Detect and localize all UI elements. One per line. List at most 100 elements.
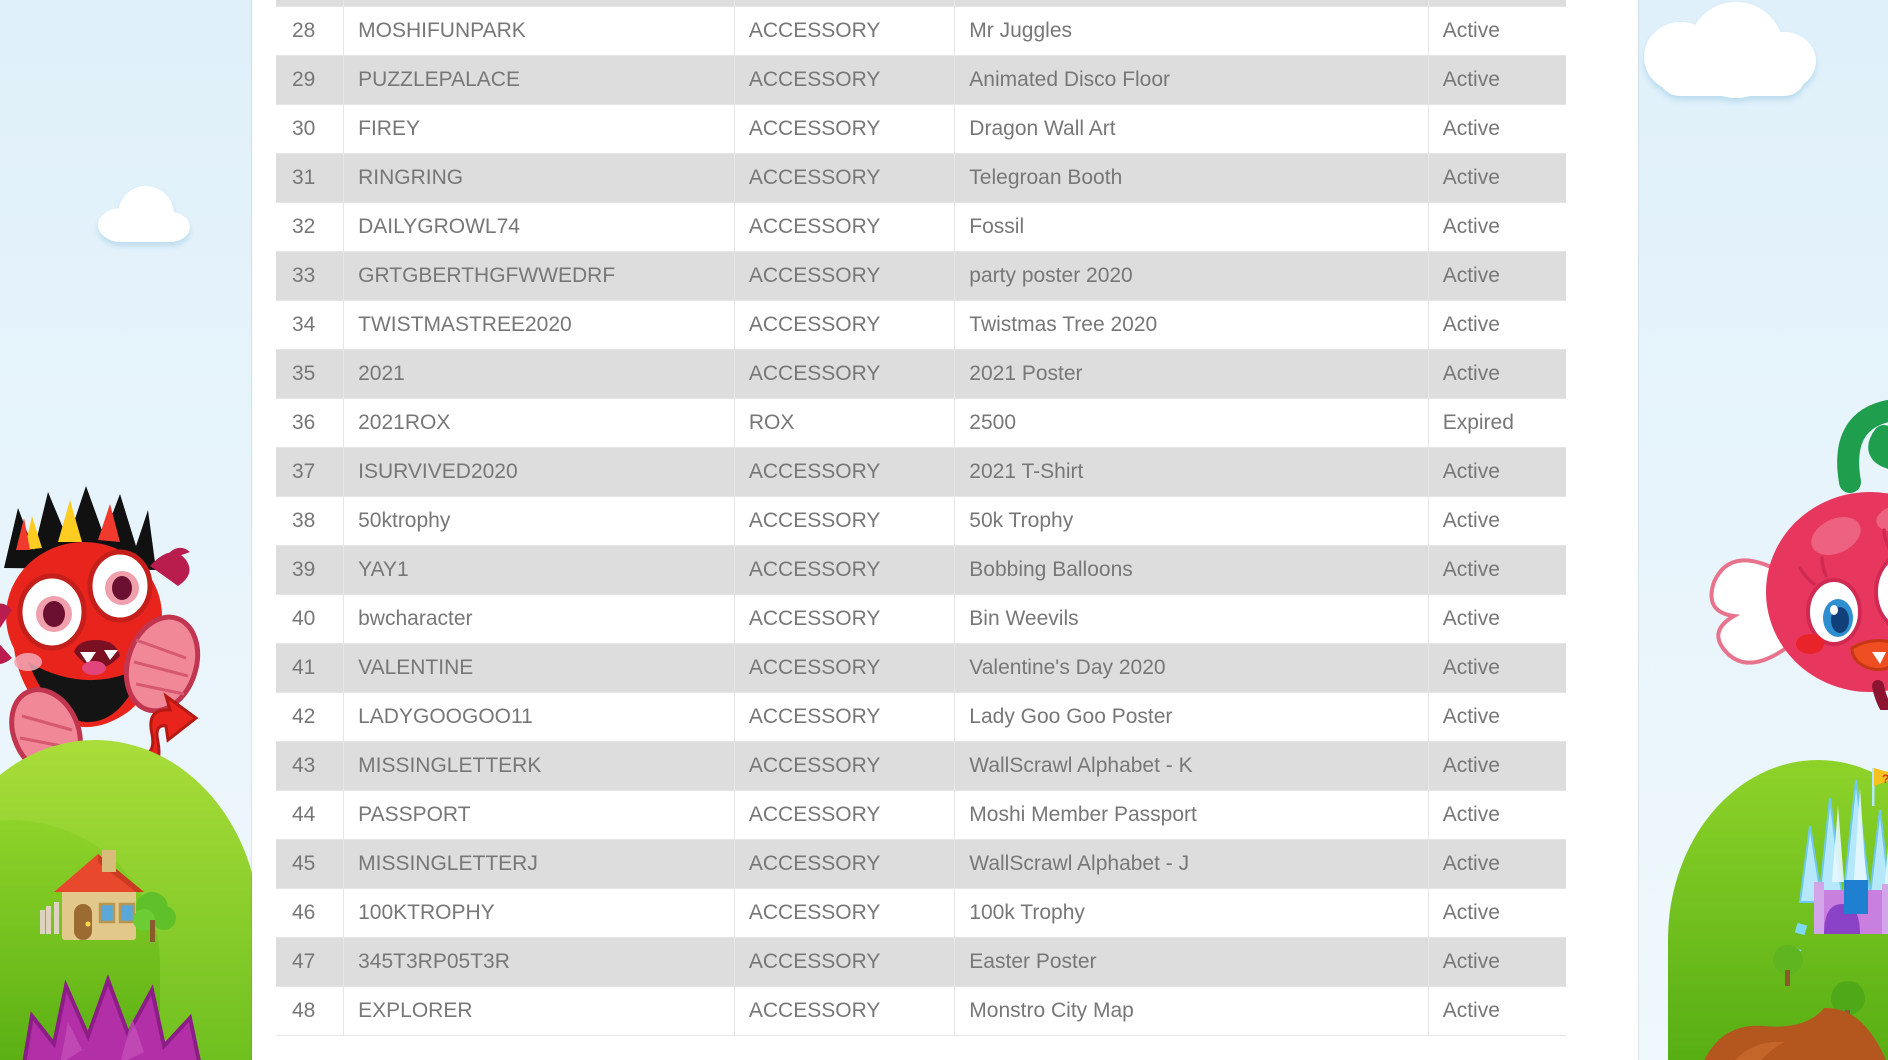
table-cell-id: 33 xyxy=(276,251,345,301)
table-cell-item: Twistmas Tree 2020 xyxy=(954,300,1429,350)
table-cell-id: 37 xyxy=(276,447,345,497)
table-cell-item: Bobbing Balloons xyxy=(954,545,1429,595)
table-cell-status: Active xyxy=(1428,545,1566,595)
table-cell-status: Active xyxy=(1428,153,1566,203)
table-cell-id: 46 xyxy=(276,888,345,938)
table-cell-status: Active xyxy=(1428,741,1566,791)
table-cell-item: Lady Goo Goo Poster xyxy=(954,692,1429,742)
table-cell-id: 30 xyxy=(276,104,345,154)
table-cell-type: ACCESSORY xyxy=(734,692,956,742)
table-cell-id: 36 xyxy=(276,398,345,448)
table-row[interactable]: 40 bwcharacter ACCESSORY Bin Weevils Active xyxy=(276,594,1566,644)
brown-rock-icon xyxy=(1704,1007,1886,1060)
table-cell-code: RINGRING xyxy=(343,153,735,203)
table-cell-id: 48 xyxy=(276,986,345,1036)
table-cell-status: Active xyxy=(1428,692,1566,742)
ice-crystal-castle-icon: ? xyxy=(1790,768,1888,952)
purple-spiky-plant-icon xyxy=(22,974,201,1060)
table-row[interactable]: 34 TWISTMASTREE2020 ACCESSORY Twistmas Tree… xyxy=(276,300,1566,350)
table-row[interactable]: 45 MISSINGLETTERJ ACCESSORY WallScrawl Alph… xyxy=(276,839,1566,889)
page-root: ? 28MOSHIFUNPARKACCESSORYMr JugglesActiv… xyxy=(0,0,1888,1060)
table-cell-code: TWISTMASTREE2020 xyxy=(343,300,735,350)
table-cell-status: Active xyxy=(1428,300,1566,350)
table-cell-code: ISURVIVED2020 xyxy=(343,447,735,497)
table-cell-status: Active xyxy=(1428,496,1566,546)
table-cell-item: 50k Trophy xyxy=(954,496,1429,546)
table-cell-id: 38 xyxy=(276,496,345,546)
table-cell-id: 29 xyxy=(276,55,345,105)
table-cell-type: ACCESSORY xyxy=(734,496,956,546)
table-cell-id: 47 xyxy=(276,937,345,987)
table-cell-type: ROX xyxy=(734,398,956,448)
table-row[interactable]: 47 345T3RP05T3R ACCESSORY Easter Poster Acti… xyxy=(276,937,1566,987)
table-cell-item: Fossil xyxy=(954,202,1429,252)
table-cell-type: ACCESSORY xyxy=(734,349,956,399)
table-cell-type: ACCESSORY xyxy=(734,594,956,644)
table-cell-type: ACCESSORY xyxy=(734,104,956,154)
table-cell-status: Active xyxy=(1428,349,1566,399)
table-cell-type: ACCESSORY xyxy=(734,741,956,791)
table-cell-status: Active xyxy=(1428,55,1566,105)
table-cell-type: ACCESSORY xyxy=(734,888,956,938)
cloud-right-icon xyxy=(1644,2,1816,98)
table-cell-item: Dragon Wall Art xyxy=(954,104,1429,154)
table-row[interactable]: 33 GRTGBERTHGFWWEDRF ACCESSORY party poster… xyxy=(276,251,1566,301)
table-row[interactable]: 46 100KTROPHY ACCESSORY 100k Trophy Active xyxy=(276,888,1566,938)
table-cell-status: Active xyxy=(1428,6,1566,56)
table-cell-id: 34 xyxy=(276,300,345,350)
table-cell-type: ACCESSORY xyxy=(734,839,956,889)
table-cell-id: 42 xyxy=(276,692,345,742)
table-row[interactable]: 35 2021 ACCESSORY 2021 Poster Active xyxy=(276,349,1566,399)
table-cell-id: 35 xyxy=(276,349,345,399)
table-row[interactable]: 42 LADYGOOGOO11 ACCESSORY Lady Goo Goo Post… xyxy=(276,692,1566,742)
table-cell-type: ACCESSORY xyxy=(734,937,956,987)
table-row[interactable]: 39 YAY1 ACCESSORY Bobbing Balloons Active xyxy=(276,545,1566,595)
table-cell-item: 2500 xyxy=(954,398,1429,448)
table-cell-item: Easter Poster xyxy=(954,937,1429,987)
codes-table-container[interactable]: 28 MOSHIFUNPARK ACCESSORY Mr Juggles Active 2… xyxy=(276,0,1566,1036)
table-row[interactable]: 30 FIREY ACCESSORY Dragon Wall Art Active xyxy=(276,104,1566,154)
table-cell-type: ACCESSORY xyxy=(734,6,956,56)
table-row[interactable]: 31 RINGRING ACCESSORY Telegroan Booth Active xyxy=(276,153,1566,203)
table-clip: 28 MOSHIFUNPARK ACCESSORY Mr Juggles Active 2… xyxy=(252,0,1638,1060)
table-row[interactable]: 48 EXPLORER ACCESSORY Monstro City Map Activ… xyxy=(276,986,1566,1036)
table-cell-item: Bin Weevils xyxy=(954,594,1429,644)
table-cell-item: WallScrawl Alphabet - J xyxy=(954,839,1429,889)
table-cell-id: 40 xyxy=(276,594,345,644)
table-cell-id: 44 xyxy=(276,790,345,840)
table-cell-status: Active xyxy=(1428,888,1566,938)
table-cell-id: 45 xyxy=(276,839,345,889)
table-cell-id: 28 xyxy=(276,6,345,56)
table-cell-type: ACCESSORY xyxy=(734,300,956,350)
table-cell-item: Animated Disco Floor xyxy=(954,55,1429,105)
table-cell-status: Active xyxy=(1428,251,1566,301)
table-cell-code: GRTGBERTHGFWWEDRF xyxy=(343,251,735,301)
luvli-cherry-monster-icon xyxy=(1709,399,1888,710)
table-row[interactable]: 36 2021ROX ROX 2500 Expired xyxy=(276,398,1566,448)
right-scenery: ? xyxy=(1638,0,1888,1060)
table-row[interactable]: 29 PUZZLEPALACE ACCESSORY Animated Disco Fl… xyxy=(276,55,1566,105)
table-row[interactable]: 43 MISSINGLETTERK ACCESSORY WallScrawl Alph… xyxy=(276,741,1566,791)
table-cell-status: Active xyxy=(1428,202,1566,252)
table-row[interactable]: 44 PASSPORT ACCESSORY Moshi Member Passport… xyxy=(276,790,1566,840)
table-row[interactable]: 38 50ktrophy ACCESSORY 50k Trophy Active xyxy=(276,496,1566,546)
table-cell-code: YAY1 xyxy=(343,545,735,595)
table-row[interactable]: 28 MOSHIFUNPARK ACCESSORY Mr Juggles Active xyxy=(276,6,1566,56)
table-cell-code: 345T3RP05T3R xyxy=(343,937,735,987)
table-cell-status: Active xyxy=(1428,643,1566,693)
codes-table: 28 MOSHIFUNPARK ACCESSORY Mr Juggles Active 2… xyxy=(276,0,1566,1036)
table-row[interactable]: 37 ISURVIVED2020 ACCESSORY 2021 T-Shirt Acti… xyxy=(276,447,1566,497)
table-cell-code: EXPLORER xyxy=(343,986,735,1036)
table-cell-code: LADYGOOGOO11 xyxy=(343,692,735,742)
table-cell-code: MISSINGLETTERK xyxy=(343,741,735,791)
table-cell-type: ACCESSORY xyxy=(734,447,956,497)
table-cell-type: ACCESSORY xyxy=(734,986,956,1036)
table-row[interactable]: 41 VALENTINE ACCESSORY Valentine's Day 2020… xyxy=(276,643,1566,693)
table-cell-item: Monstro City Map xyxy=(954,986,1429,1036)
table-cell-status: Active xyxy=(1428,104,1566,154)
table-cell-code: MISSINGLETTERJ xyxy=(343,839,735,889)
table-row[interactable]: 32 DAILYGROWL74 ACCESSORY Fossil Active xyxy=(276,202,1566,252)
table-cell-id: 41 xyxy=(276,643,345,693)
table-cell-status: Active xyxy=(1428,447,1566,497)
table-cell-code: MOSHIFUNPARK xyxy=(343,6,735,56)
